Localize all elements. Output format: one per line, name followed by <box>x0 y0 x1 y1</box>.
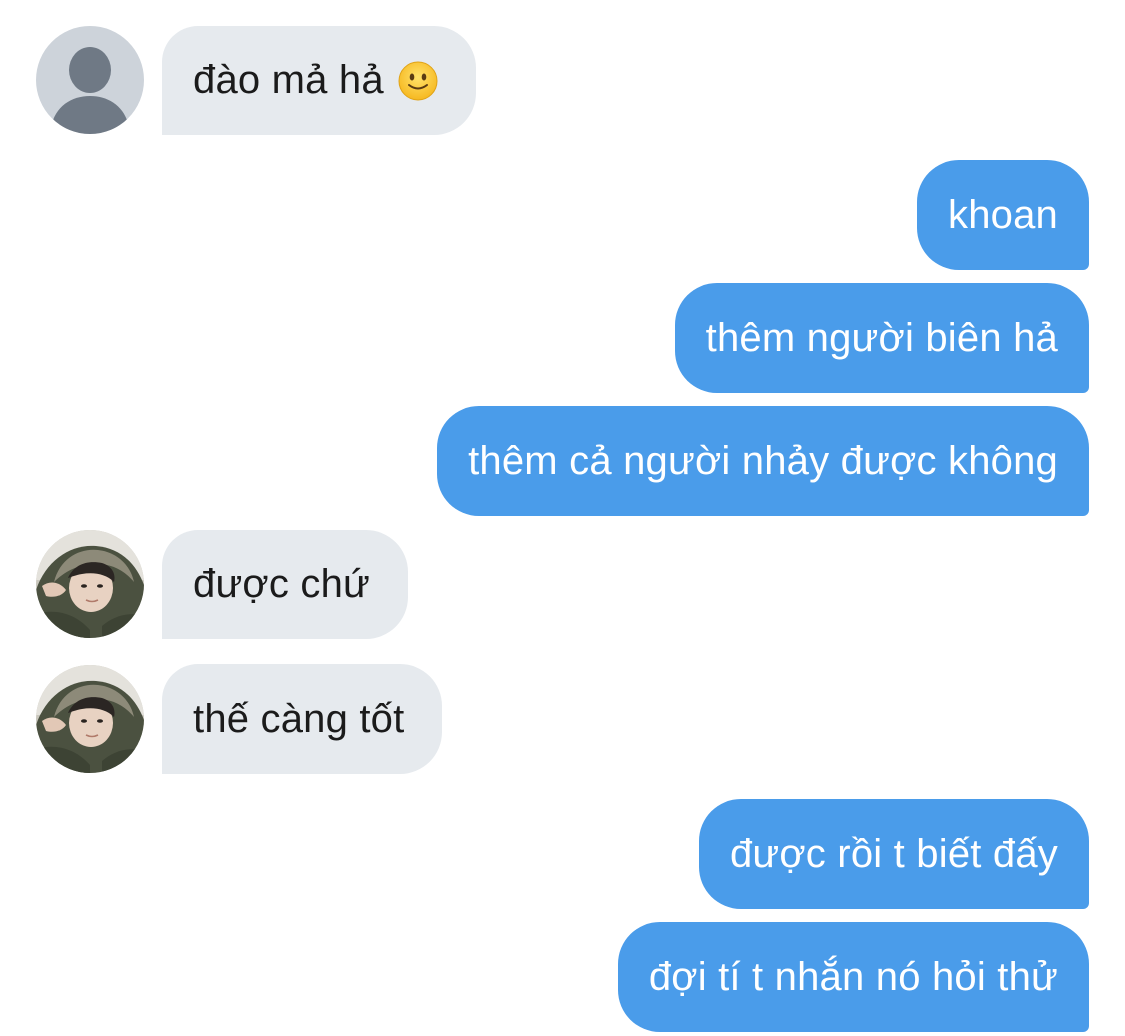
slightly-smiling-face-icon <box>398 61 438 101</box>
message-text: thêm người biên hả <box>705 315 1058 360</box>
message-text: đợi tí t nhắn nó hỏi thử <box>648 954 1058 999</box>
message-bubble-outgoing[interactable]: khoan <box>917 160 1089 270</box>
user-photo-avatar[interactable] <box>36 665 144 773</box>
message-bubble-outgoing[interactable]: thêm người biên hả <box>674 283 1089 393</box>
message-text: thêm cả người nhảy được không <box>468 438 1058 483</box>
message-bubble-outgoing[interactable]: đợi tí t nhắn nó hỏi thử <box>617 922 1089 1032</box>
user-photo-avatar[interactable] <box>36 530 144 638</box>
message-bubble-incoming[interactable]: đào mả hả <box>162 26 476 135</box>
message-bubble-outgoing[interactable]: thêm cả người nhảy được không <box>437 406 1089 516</box>
default-avatar-icon[interactable] <box>36 26 144 134</box>
message-bubble-outgoing[interactable]: được rồi t biết đấy <box>698 799 1089 909</box>
message-text: thế càng tốt <box>193 696 405 741</box>
message-text: khoan <box>948 192 1058 237</box>
message-text: được chứ <box>193 562 370 606</box>
message-text: được rồi t biết đấy <box>729 831 1058 876</box>
message-bubble-incoming[interactable]: được chứ <box>162 530 408 639</box>
message-text: đào mả hả <box>193 58 384 102</box>
message-bubble-incoming[interactable]: thế càng tốt <box>162 664 443 774</box>
